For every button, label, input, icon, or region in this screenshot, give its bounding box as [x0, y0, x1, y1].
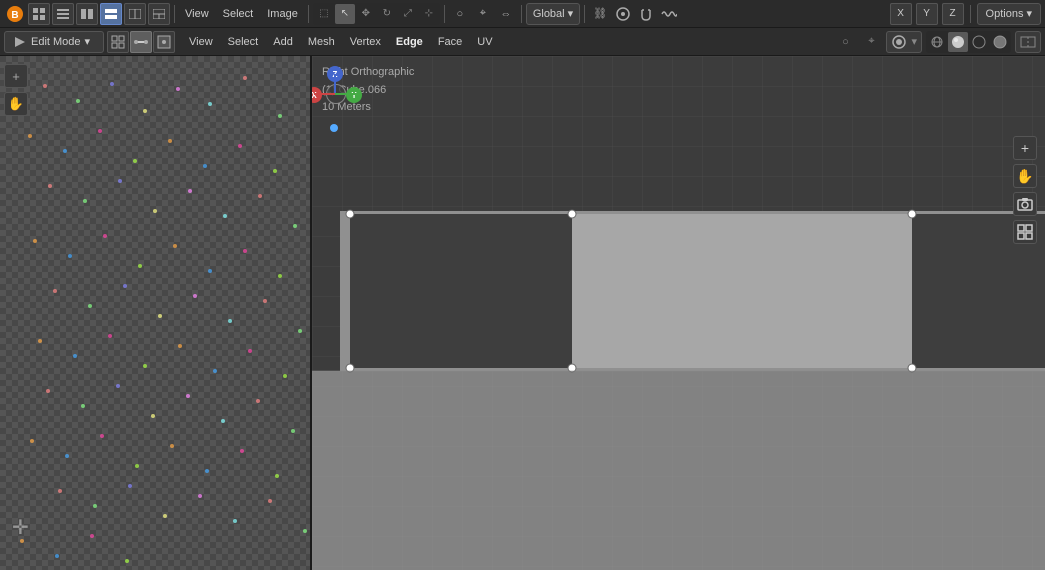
layout-icon-4[interactable] — [100, 3, 122, 25]
add-menu-item[interactable]: Add — [266, 34, 300, 50]
edge-menu-item[interactable]: Edge — [389, 34, 430, 50]
snapping-group: ○ ⌖ ⇔ — [449, 3, 517, 25]
uv-menu-item[interactable]: UV — [470, 34, 499, 50]
layout-icon-2[interactable] — [52, 3, 74, 25]
uv-left-tools: + ✋ — [4, 64, 28, 116]
scale-icon[interactable]: ⤢ — [398, 4, 418, 24]
chevron-down-icon: ▾ — [568, 7, 574, 20]
camera-btn[interactable] — [1013, 192, 1037, 216]
separator-1 — [174, 5, 175, 23]
select-menu-item[interactable]: Select — [221, 34, 266, 50]
wireframe-shading-btn[interactable] — [927, 32, 947, 52]
gizmo-axes-lines — [312, 64, 364, 124]
viewport-right-tools: + ✋ — [1013, 136, 1037, 244]
snap-edit-icon[interactable]: ⌖ — [860, 31, 882, 53]
mode-dropdown[interactable]: Edit Mode ▾ — [4, 31, 104, 53]
layout-icon-3[interactable] — [76, 3, 98, 25]
layout-icon-5[interactable] — [124, 3, 146, 25]
hand-tool-btn[interactable]: ✋ — [1013, 164, 1037, 188]
mode-chevron-icon: ▾ — [85, 35, 91, 48]
overlay-btn[interactable]: ▾ — [886, 31, 922, 53]
extra-icons: ⛓ — [589, 3, 680, 25]
axis-y-btn[interactable]: Y — [916, 3, 938, 25]
separator-top-r — [970, 5, 971, 23]
3d-viewport[interactable]: Right Orthographic (1) Cube.066 10 Meter… — [312, 56, 1045, 570]
main-content-area: + ✋ ✛ Right Orthographic (1) Cube.066 10… — [0, 56, 1045, 570]
overlay-chevron-icon: ▾ — [911, 35, 917, 48]
separator-5 — [584, 5, 585, 23]
rendered-shading-btn[interactable] — [990, 32, 1010, 52]
mesh-element-icons — [107, 31, 175, 53]
axis-x-btn[interactable]: X — [890, 3, 912, 25]
wave-icon[interactable] — [658, 3, 680, 25]
separator-2 — [308, 5, 309, 23]
overlay-icon — [891, 34, 907, 50]
edit-menu-bar: View Select Add Mesh Vertex Edge Face UV — [182, 34, 500, 50]
material-shading-btn[interactable] — [969, 32, 989, 52]
face-mode-btn[interactable] — [153, 31, 175, 53]
cursor-crosshair: ✛ — [12, 515, 29, 540]
mirror-icon[interactable]: ⇔ — [495, 3, 517, 25]
box-select-icon[interactable]: ⬚ — [314, 4, 334, 24]
global-dropdown[interactable]: Global ▾ — [526, 3, 580, 25]
grid-btn[interactable] — [1013, 220, 1037, 244]
mesh-svg — [312, 56, 1045, 570]
edge-mode-btn[interactable] — [130, 31, 152, 53]
separator-3 — [444, 5, 445, 23]
extra-icon-2[interactable] — [612, 3, 634, 25]
solid-shading-btn[interactable] — [948, 32, 968, 52]
uv-editor-panel: + ✋ ✛ — [0, 56, 312, 570]
edit-toolbar: Edit Mode ▾ — [0, 28, 1045, 56]
zoom-in-btn[interactable]: + — [1013, 136, 1037, 160]
cursor-icon[interactable]: ↖ — [335, 4, 355, 24]
axis-z-btn[interactable]: Z — [942, 3, 964, 25]
uv-view-menu[interactable]: View — [179, 3, 215, 25]
move-icon[interactable]: ✥ — [356, 4, 376, 24]
proportional-edit-icon[interactable]: ○ — [834, 31, 856, 53]
blender-logo-icon[interactable]: B — [4, 3, 26, 25]
top-right-options: X Y Z Options ▾ — [890, 3, 1041, 25]
workspace-layout-icons — [28, 3, 170, 25]
magnet-icon[interactable] — [635, 3, 657, 25]
transform-icons-group: ⬚ ↖ ✥ ↻ ⤢ ⊹ — [313, 3, 440, 25]
shading-group — [926, 31, 1011, 53]
transform-icon[interactable]: ⊹ — [419, 4, 439, 24]
rotate-icon[interactable]: ↻ — [377, 4, 397, 24]
uv-select-menu[interactable]: Select — [217, 3, 260, 25]
vertex-mode-btn[interactable] — [107, 31, 129, 53]
top-toolbar: B — [0, 0, 1045, 28]
uv-image-menu[interactable]: Image — [261, 3, 304, 25]
uv-canvas[interactable] — [0, 56, 310, 570]
mode-icon — [13, 35, 27, 49]
viewport-gizmo: Z Y X — [312, 64, 364, 124]
uv-hand-tool[interactable]: ✋ — [4, 92, 28, 116]
gizmo-extra-dot[interactable] — [330, 124, 338, 132]
proportional-icon[interactable]: ○ — [449, 3, 471, 25]
vertex-menu-item[interactable]: Vertex — [343, 34, 388, 50]
mesh-menu-item[interactable]: Mesh — [301, 34, 342, 50]
layout-icon-1[interactable] — [28, 3, 50, 25]
options-button[interactable]: Options ▾ — [977, 3, 1041, 25]
svg-text:B: B — [11, 10, 18, 21]
options-chevron-icon: ▾ — [1026, 7, 1032, 20]
face-menu-item[interactable]: Face — [431, 34, 469, 50]
uv-cursor-tool[interactable]: + — [4, 64, 28, 88]
uv-dots-overlay — [0, 56, 310, 570]
view-menu-item[interactable]: View — [182, 34, 220, 50]
layout-icon-6[interactable] — [148, 3, 170, 25]
xray-toggle-btn[interactable] — [1015, 31, 1041, 53]
link-icon[interactable]: ⛓ — [589, 3, 611, 25]
snap-icon[interactable]: ⌖ — [472, 3, 494, 25]
separator-4 — [521, 5, 522, 23]
